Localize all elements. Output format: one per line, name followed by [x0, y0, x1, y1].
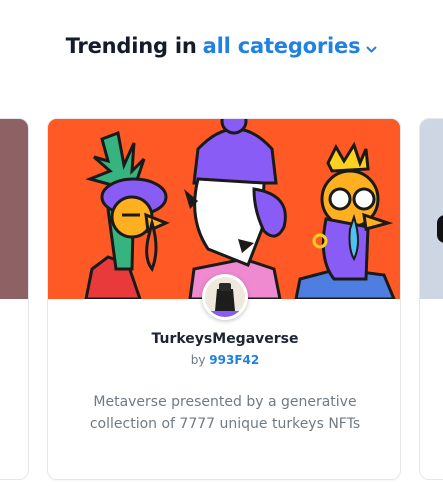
trending-section: Trending in all categories TurkeysMegave…	[0, 0, 443, 500]
collection-card-previous[interactable]	[0, 118, 29, 480]
collection-banner-image	[48, 119, 400, 299]
by-label: by	[190, 353, 206, 367]
collection-avatar[interactable]	[202, 274, 248, 320]
collection-description: Metaverse presented by a generative coll…	[89, 394, 361, 432]
collection-card[interactable]: TurkeysMegaverse by 993F42 Metaverse pre…	[47, 118, 401, 480]
creator-link[interactable]: 993F42	[209, 353, 259, 367]
collection-name[interactable]: TurkeysMegaverse	[48, 331, 400, 347]
card-banner	[420, 119, 443, 299]
creator-byline: by 993F42	[48, 353, 400, 367]
chevron-down-icon	[366, 35, 377, 59]
category-dropdown[interactable]: all categories	[203, 33, 378, 59]
collection-card-next[interactable]	[419, 118, 443, 480]
trending-heading: Trending in all categories	[0, 29, 443, 63]
category-label: all categories	[202, 34, 361, 58]
banner-art	[437, 215, 443, 243]
heading-prefix: Trending in	[65, 34, 197, 58]
card-banner	[0, 119, 28, 299]
